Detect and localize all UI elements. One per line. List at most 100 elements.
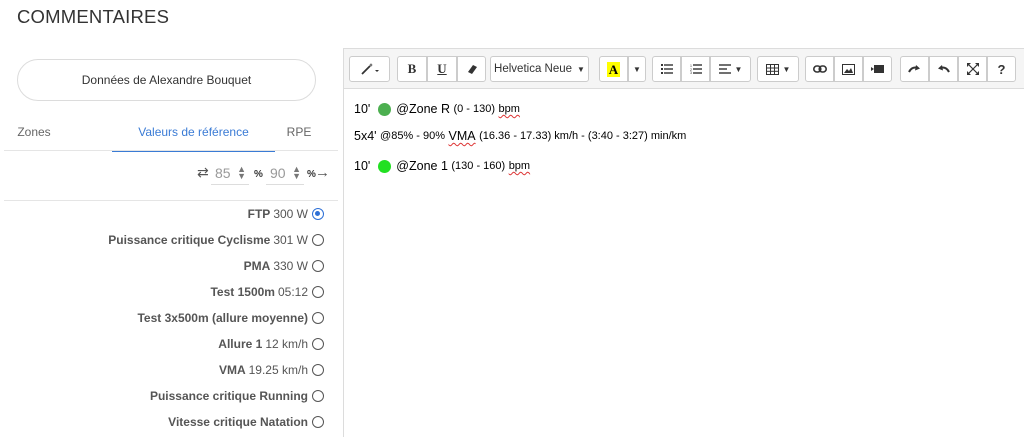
stepper-icon[interactable]: ▲ ▼ bbox=[292, 165, 301, 181]
percent-text: @85% - 90% bbox=[380, 130, 446, 142]
font-family-select[interactable]: Helvetica Neue ▼ bbox=[490, 56, 589, 82]
reference-item-pma[interactable]: PMA 330 W bbox=[244, 256, 324, 276]
font-family-value: Helvetica Neue bbox=[494, 63, 573, 75]
unordered-list-button[interactable] bbox=[652, 56, 681, 82]
ordered-list-icon: 1 2 3 bbox=[690, 64, 702, 74]
video-button[interactable] bbox=[863, 56, 892, 82]
radio-icon[interactable] bbox=[312, 390, 324, 402]
align-icon bbox=[718, 64, 731, 74]
radio-icon[interactable] bbox=[312, 234, 324, 246]
reference-item-vma[interactable]: VMA 19.25 km/h bbox=[219, 360, 324, 380]
athlete-data-button[interactable]: Données de Alexandre Bouquet bbox=[17, 59, 316, 101]
reference-name: Vitesse critique Natation bbox=[168, 415, 308, 429]
reference-text: VMA bbox=[448, 129, 476, 143]
chevron-down-icon: ▼ bbox=[782, 64, 791, 74]
reference-item-test-3x500m[interactable]: Test 3x500m (allure moyenne) bbox=[137, 308, 324, 328]
radio-icon[interactable] bbox=[312, 312, 324, 324]
tab-zones[interactable]: Zones bbox=[4, 122, 64, 152]
eraser-icon bbox=[467, 65, 477, 74]
reps-text: 5x4' bbox=[354, 129, 377, 143]
reference-name: Test 1500m bbox=[210, 285, 275, 299]
radio-icon[interactable] bbox=[312, 208, 324, 220]
radio-icon[interactable] bbox=[312, 338, 324, 350]
duration-text: 10' bbox=[354, 159, 371, 173]
reference-value: 330 W bbox=[273, 259, 308, 273]
reference-name: Puissance critique Cyclisme bbox=[108, 233, 271, 247]
radio-icon[interactable] bbox=[312, 416, 324, 428]
range-max-input[interactable]: 90 ▲ ▼ bbox=[266, 163, 304, 185]
text-color-icon: A bbox=[606, 61, 621, 77]
help-button[interactable]: ? bbox=[987, 56, 1016, 82]
zone-color-dot bbox=[378, 159, 392, 173]
range-max-value: 90 bbox=[270, 165, 286, 181]
ordered-list-button[interactable]: 1 2 3 bbox=[681, 56, 710, 82]
magic-wand-icon bbox=[360, 63, 379, 75]
reference-item-ftp[interactable]: FTP 300 W bbox=[248, 204, 324, 224]
unit-text: bpm bbox=[498, 103, 520, 115]
reference-value: 19.25 km/h bbox=[248, 363, 308, 377]
video-icon bbox=[871, 65, 884, 73]
tab-bar: Zones Valeurs de référence RPE bbox=[4, 122, 338, 152]
reference-name: VMA bbox=[218, 363, 246, 377]
align-button[interactable]: ▼ bbox=[710, 56, 751, 82]
range-text: (0 - 130) bbox=[453, 103, 496, 115]
speed-text: (16.36 - 17.33) km/h - (3:40 - 3:27) min… bbox=[479, 130, 687, 142]
image-icon bbox=[842, 63, 855, 75]
divider bbox=[4, 200, 338, 201]
range-row: ⇄ 85 ▲ ▼ % 90 ▲ ▼ % → bbox=[4, 163, 338, 185]
reference-item-cs-swimming[interactable]: Vitesse critique Natation bbox=[168, 412, 324, 432]
radio-icon[interactable] bbox=[312, 260, 324, 272]
reference-name: Test 3x500m (allure moyenne) bbox=[137, 311, 308, 325]
range-text: (130 - 160) bbox=[451, 160, 506, 172]
radio-icon[interactable] bbox=[312, 286, 324, 298]
reference-value: 301 W bbox=[273, 233, 308, 247]
stepper-icon[interactable]: ▲ ▼ bbox=[237, 165, 246, 181]
rich-text-editor: B U Helvetica Neue ▼ A ▼ 1 2 3 ▼ ▼ ? 10'… bbox=[343, 48, 1024, 437]
reference-name: FTP bbox=[247, 207, 271, 221]
reference-name: Puissance critique Running bbox=[149, 389, 308, 403]
unit-text: bpm bbox=[508, 160, 531, 172]
reference-item-test-1500m[interactable]: Test 1500m 05:12 bbox=[210, 282, 324, 302]
apply-arrow-icon[interactable]: → bbox=[315, 164, 330, 181]
radio-icon[interactable] bbox=[312, 364, 324, 376]
undo-icon bbox=[938, 65, 950, 73]
zone-text: @Zone 1 bbox=[396, 159, 448, 173]
left-panel: Données de Alexandre Bouquet Zones Valeu… bbox=[4, 40, 338, 437]
tab-reference-values[interactable]: Valeurs de référence bbox=[112, 122, 275, 152]
percent-label: % bbox=[254, 169, 263, 180]
image-button[interactable] bbox=[834, 56, 863, 82]
editor-toolbar: B U Helvetica Neue ▼ A ▼ 1 2 3 ▼ ▼ ? bbox=[344, 49, 1024, 89]
link-button[interactable] bbox=[805, 56, 834, 82]
bold-button[interactable]: B bbox=[397, 56, 427, 82]
redo-button[interactable] bbox=[900, 56, 929, 82]
underline-button[interactable]: U bbox=[427, 56, 457, 82]
reference-value: 12 km/h bbox=[265, 337, 308, 351]
tab-divider bbox=[4, 150, 338, 151]
chevron-down-icon: ▼ bbox=[734, 64, 743, 74]
fullscreen-button[interactable] bbox=[958, 56, 987, 82]
range-min-input[interactable]: 85 ▲ ▼ bbox=[211, 163, 249, 185]
table-button[interactable]: ▼ bbox=[757, 56, 799, 82]
magic-wand-button[interactable] bbox=[349, 56, 390, 82]
fullscreen-icon bbox=[966, 63, 979, 75]
range-min-value: 85 bbox=[215, 165, 231, 181]
undo-button[interactable] bbox=[929, 56, 958, 82]
text-color-button[interactable]: A bbox=[599, 56, 628, 82]
unordered-list-icon bbox=[660, 64, 673, 74]
table-icon bbox=[765, 63, 779, 75]
text-color-dropdown[interactable]: ▼ bbox=[628, 56, 646, 82]
reference-item-cp-running[interactable]: Puissance critique Running bbox=[150, 386, 324, 406]
workout-line-3: 10' @Zone 1 (130 - 160) bpm bbox=[354, 156, 530, 176]
workout-line-1: 10' @Zone R (0 - 130) bpm bbox=[354, 99, 520, 119]
eraser-button[interactable] bbox=[457, 56, 486, 82]
reference-item-allure-1[interactable]: Allure 1 12 km/h bbox=[218, 334, 324, 354]
workout-line-2: 5x4' @85% - 90% VMA (16.36 - 17.33) km/h… bbox=[354, 126, 686, 146]
duration-text: 10' bbox=[354, 102, 371, 116]
reference-item-cp-cycling[interactable]: Puissance critique Cyclisme 301 W bbox=[108, 230, 324, 250]
reference-name: PMA bbox=[243, 259, 271, 273]
swap-icon[interactable]: ⇄ bbox=[197, 164, 209, 181]
redo-icon bbox=[908, 65, 920, 73]
chevron-down-icon: ▼ bbox=[577, 64, 585, 74]
reference-name: Allure 1 bbox=[218, 337, 263, 351]
tab-rpe[interactable]: RPE bbox=[284, 122, 314, 152]
